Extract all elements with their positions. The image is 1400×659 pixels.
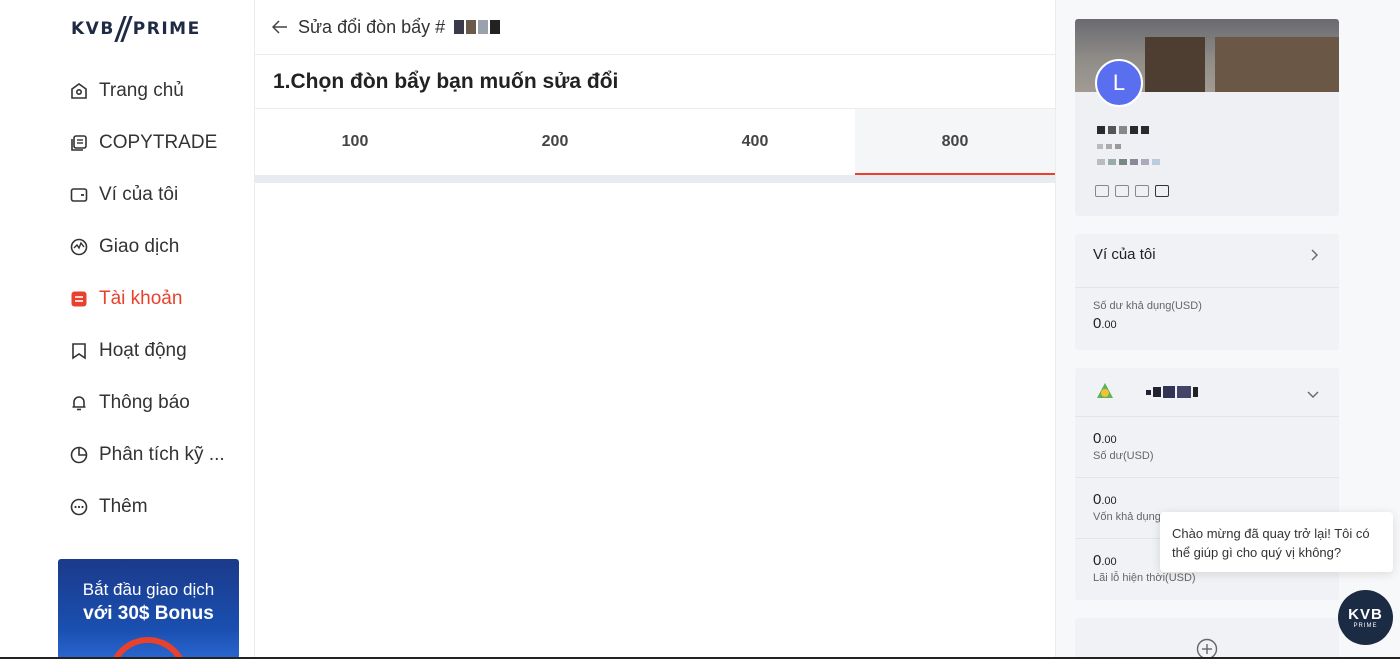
sidebar-item-label: Thêm	[99, 496, 148, 517]
page-header: Sửa đổi đòn bẩy #	[255, 0, 1055, 55]
profile-info-redacted	[1097, 126, 1160, 175]
sidebar-item-label: Tài khoản	[99, 288, 183, 309]
sidebar-item-activity[interactable]: Hoạt động	[0, 325, 254, 377]
sidebar-item-notifications[interactable]: Thông báo	[0, 377, 254, 429]
logo-slash-icon	[114, 16, 133, 42]
leverage-option-100[interactable]: 100	[255, 109, 455, 175]
profile-card: L	[1075, 19, 1339, 216]
sidebar-item-home[interactable]: Trang chủ	[0, 65, 254, 117]
chevron-right-icon	[1311, 248, 1319, 265]
pie-chart-icon	[69, 445, 89, 465]
trade-icon	[69, 237, 89, 257]
home-icon	[69, 81, 89, 101]
page-title: Sửa đổi đòn bẩy #	[298, 16, 446, 37]
avatar[interactable]: L	[1095, 59, 1143, 107]
mail-icon	[1115, 185, 1129, 197]
account-selector[interactable]	[1075, 368, 1339, 417]
balance-dec: .00	[1101, 434, 1117, 446]
sidebar-item-trade[interactable]: Giao dịch	[0, 221, 254, 273]
bell-icon	[69, 393, 89, 413]
account-id-redacted	[1146, 386, 1198, 398]
sidebar: KVB PRIME Trang chủ COPYTRADE Ví của tôi	[0, 0, 255, 659]
available-balance-label: Số dư khả dụng(USD)	[1093, 300, 1202, 312]
bookmark-icon	[69, 341, 89, 361]
wallet-card-header[interactable]: Ví của tôi	[1075, 234, 1339, 288]
leverage-option-400[interactable]: 400	[655, 109, 855, 175]
pnl-dec: .00	[1101, 556, 1117, 568]
support-chat-button[interactable]: KVB PRIME	[1338, 590, 1393, 645]
sidebar-item-copytrade[interactable]: COPYTRADE	[0, 117, 254, 169]
section-title: 1.Chọn đòn bẩy bạn muốn sửa đổi	[255, 55, 1055, 109]
card-icon	[1155, 185, 1169, 197]
sidebar-item-label: Trang chủ	[99, 80, 184, 101]
add-circle-icon[interactable]	[1196, 638, 1218, 659]
metatrader-icon	[1095, 381, 1115, 405]
main-content: Sửa đổi đòn bẩy # 1.Chọn đòn bẩy bạn muố…	[255, 0, 1055, 659]
back-arrow-icon[interactable]	[272, 20, 290, 34]
copy-icon	[69, 133, 89, 153]
logo-text-right: PRIME	[132, 19, 201, 39]
logo-text-left: KVB	[71, 19, 115, 39]
sidebar-item-label: COPYTRADE	[99, 132, 218, 153]
verification-icons	[1095, 185, 1169, 197]
wallet-card[interactable]: Ví của tôi Số dư khả dụng(USD) 0.00	[1075, 234, 1339, 350]
available-balance-dec: .00	[1101, 319, 1117, 331]
more-icon	[69, 497, 89, 517]
balance-row: 0.00 Số dư(USD)	[1075, 417, 1339, 478]
wallet-title: Ví của tôi	[1093, 246, 1156, 263]
margin-dec: .00	[1101, 495, 1117, 507]
sidebar-item-label: Hoạt động	[99, 340, 187, 361]
balance-label: Số dư(USD)	[1093, 450, 1154, 462]
sidebar-item-account[interactable]: Tài khoản	[0, 273, 254, 325]
wallet-icon	[69, 185, 89, 205]
phone-icon	[1095, 185, 1109, 197]
sidebar-item-label: Giao dịch	[99, 236, 180, 257]
promo-graphic	[108, 637, 188, 659]
pnl-label: Lãi lỗ hiện thời(USD)	[1093, 572, 1196, 584]
promo-line-2: với 30$ Bonus	[83, 603, 214, 624]
leverage-options: 100 200 400 800	[255, 109, 1055, 183]
account-icon	[69, 289, 89, 309]
sidebar-nav: Trang chủ COPYTRADE Ví của tôi Giao dịch…	[0, 65, 254, 533]
sidebar-item-label: Phân tích kỹ ...	[99, 444, 225, 465]
chat-bubble[interactable]: Chào mừng đã quay trở lại! Tôi có thể gi…	[1160, 512, 1393, 572]
sidebar-item-wallet[interactable]: Ví của tôi	[0, 169, 254, 221]
sidebar-item-more[interactable]: Thêm	[0, 481, 254, 533]
sidebar-item-label: Thông báo	[99, 392, 190, 413]
fab-sublabel: PRIME	[1353, 623, 1378, 629]
promo-line-1: Bắt đầu giao dịch	[82, 580, 215, 599]
promo-banner[interactable]: Bắt đầu giao dịch với 30$ Bonus	[58, 559, 239, 659]
leverage-option-800[interactable]: 800	[855, 109, 1055, 175]
chevron-down-icon	[1307, 386, 1319, 403]
sidebar-item-label: Ví của tôi	[99, 184, 179, 205]
brand-logo[interactable]: KVB PRIME	[71, 15, 201, 43]
account-number-redacted	[454, 20, 501, 34]
sidebar-item-analysis[interactable]: Phân tích kỹ ...	[0, 429, 254, 481]
leverage-option-200[interactable]: 200	[455, 109, 655, 175]
add-account-card[interactable]	[1075, 618, 1339, 659]
fab-label: KVB	[1348, 606, 1383, 623]
shield-icon	[1135, 185, 1149, 197]
